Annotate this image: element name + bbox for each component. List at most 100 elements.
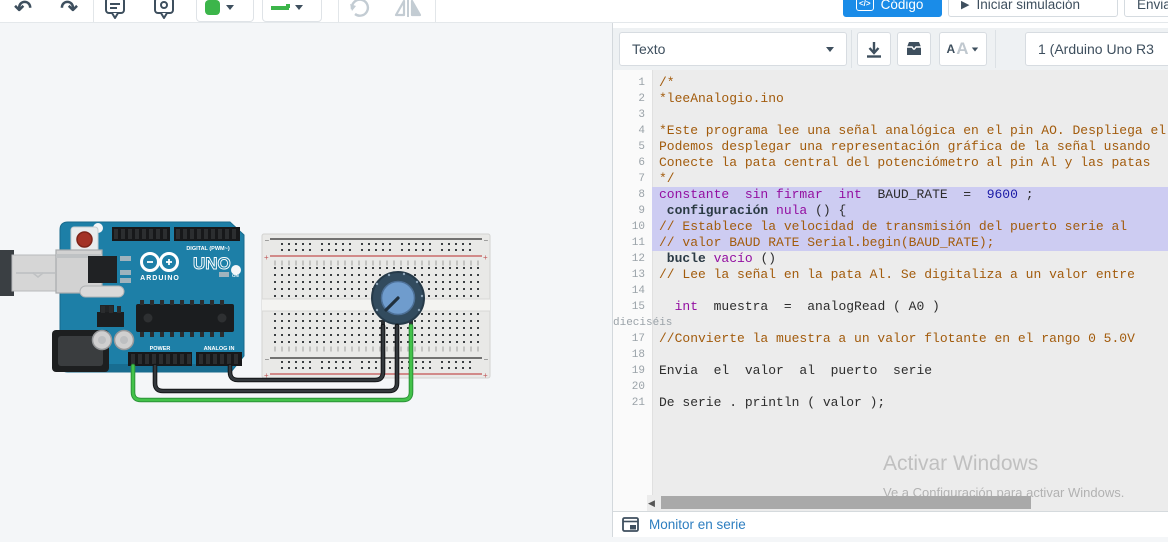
- reset-button[interactable]: [71, 227, 98, 252]
- wire-style-dropdown[interactable]: [262, 0, 322, 22]
- capacitor-top: [98, 336, 106, 344]
- line-number: 13: [613, 267, 652, 283]
- rotate-icon: [348, 0, 370, 19]
- chevron-down-icon: [826, 47, 834, 52]
- toolbar-divider: [435, 0, 436, 22]
- capacitor-top: [120, 336, 128, 344]
- edit-mode-label: Texto: [632, 41, 665, 57]
- line-number: 11: [613, 235, 652, 251]
- font-size-dropdown[interactable]: A A: [939, 32, 987, 66]
- wire-swatch-green: [271, 6, 289, 10]
- svg-text:UNO: UNO: [193, 254, 231, 273]
- rail-plus-label: +: [483, 371, 488, 380]
- chevron-down-icon: [972, 47, 978, 51]
- circuit-canvas[interactable]: DIGITAL (PWM~) L TX RX ON ARDUINO UNO: [0, 22, 612, 537]
- code-line: 2*leeAnalogio.ino: [613, 91, 1168, 107]
- rail-minus-label: –: [265, 237, 269, 244]
- rotate-icon[interactable]: [344, 0, 374, 22]
- line-number: 20: [613, 379, 652, 395]
- code-line: 12 bucle vacío (): [613, 251, 1168, 267]
- line-number: 1: [613, 75, 652, 91]
- arduino-uno[interactable]: DIGITAL (PWM~) L TX RX ON ARDUINO UNO: [52, 222, 244, 372]
- line-number: dieciséis: [613, 315, 652, 331]
- start-simulation-button[interactable]: ▶ Iniciar simulación: [948, 0, 1118, 17]
- code-line: 18: [613, 347, 1168, 363]
- line-number: 17: [613, 331, 652, 347]
- serial-monitor-icon: [622, 517, 639, 532]
- atmega-chip: [136, 300, 234, 337]
- code-brackets-icon: </>: [856, 0, 874, 11]
- board-select-label: 1 (Arduino Uno R3: [1038, 41, 1154, 57]
- line-number: 2: [613, 91, 652, 107]
- label-badge-icon: [152, 0, 176, 20]
- digital-pin-header[interactable]: [112, 227, 240, 241]
- color-swatch-green: [205, 0, 220, 15]
- code-line: 9 configuración nula () {: [613, 203, 1168, 219]
- line-number: 15: [613, 299, 652, 315]
- scrollbar-thumb[interactable]: [661, 496, 1031, 509]
- code-line: 10// Establece la velocidad de transmisi…: [613, 219, 1168, 235]
- chevron-down-icon: [226, 5, 234, 10]
- start-simulation-label: Iniciar simulación: [976, 0, 1080, 12]
- circuit-svg: DIGITAL (PWM~) L TX RX ON ARDUINO UNO: [0, 22, 612, 537]
- code-line: 3: [613, 107, 1168, 123]
- code-button[interactable]: </> Código: [843, 0, 942, 17]
- scroll-left-arrow[interactable]: ◀: [648, 498, 655, 509]
- power-label: POWER: [150, 346, 171, 352]
- send-button-label: Envia: [1137, 0, 1168, 12]
- analog-pin-header[interactable]: [196, 352, 242, 366]
- code-line: 14: [613, 283, 1168, 299]
- color-picker-dropdown[interactable]: [196, 0, 254, 22]
- font-size-large-A: A: [956, 39, 968, 59]
- serial-monitor-bar[interactable]: Monitor en serie: [613, 511, 1168, 537]
- usb-cable[interactable]: [0, 250, 59, 296]
- code-line: 8constante sin firmar int BAUD_RATE = 96…: [613, 187, 1168, 203]
- code-line: 7*/: [613, 171, 1168, 187]
- svg-text:ON: ON: [232, 273, 239, 278]
- line-number: 8: [613, 187, 652, 203]
- edit-mode-select[interactable]: Texto: [619, 32, 847, 66]
- toolbar-divider: [93, 0, 94, 22]
- notes-icon[interactable]: [100, 0, 130, 22]
- code-line: 20: [613, 379, 1168, 395]
- mirror-icon[interactable]: [388, 0, 428, 22]
- code-line: 15 int muestra = analogRead ( A0 ): [613, 299, 1168, 315]
- header-divider: [851, 30, 852, 68]
- scrollbar-corner: [613, 495, 647, 511]
- font-size-small-A: A: [947, 42, 956, 56]
- line-number: 10: [613, 219, 652, 235]
- line-number: 14: [613, 283, 652, 299]
- libraries-button[interactable]: [897, 32, 931, 66]
- line-number: 4: [613, 123, 652, 139]
- code-button-label: Código: [881, 0, 924, 12]
- download-code-button[interactable]: [857, 32, 891, 66]
- code-lines: 1/*2*leeAnalogio.ino34*Este programa lee…: [613, 75, 1168, 411]
- horizontal-scrollbar[interactable]: ◀: [613, 495, 1168, 511]
- rail-plus-label: +: [264, 253, 269, 262]
- usb-controller-chip: [88, 256, 117, 283]
- code-line: 11// valor BAUD RATE Serial.begin(BAUD_R…: [613, 235, 1168, 251]
- code-editor[interactable]: 1/*2*leeAnalogio.ino34*Este programa lee…: [613, 70, 1168, 495]
- code-panel: Texto A A 1 (Arduino Uno R3: [612, 22, 1168, 537]
- redo-icon[interactable]: ↷: [54, 0, 84, 22]
- top-toolbar: ↶ ↷: [0, 0, 1168, 23]
- analog-in-label: ANALOG IN: [204, 346, 235, 352]
- board-select[interactable]: 1 (Arduino Uno R3: [1025, 32, 1168, 66]
- rail-plus-label: +: [483, 253, 488, 262]
- header-divider: [995, 30, 996, 68]
- line-number: 21: [613, 395, 652, 411]
- library-archive-icon: [905, 41, 923, 57]
- undo-icon[interactable]: ↶: [8, 0, 38, 22]
- line-number: 6: [613, 155, 652, 171]
- code-panel-header: Texto A A 1 (Arduino Uno R3: [613, 28, 1168, 70]
- code-line: 1/*: [613, 75, 1168, 91]
- code-line: 13// Lee la señal en la pata Al. Se digi…: [613, 267, 1168, 283]
- toolbar-divider: [338, 0, 339, 22]
- line-number: 7: [613, 171, 652, 187]
- code-line: 21De serie . println ( valor );: [613, 395, 1168, 411]
- component-labels-icon[interactable]: [149, 0, 179, 22]
- send-button[interactable]: Envia: [1124, 0, 1168, 17]
- power-pin-header[interactable]: [128, 352, 192, 366]
- notes-icon: [103, 0, 127, 20]
- download-icon: [866, 41, 882, 58]
